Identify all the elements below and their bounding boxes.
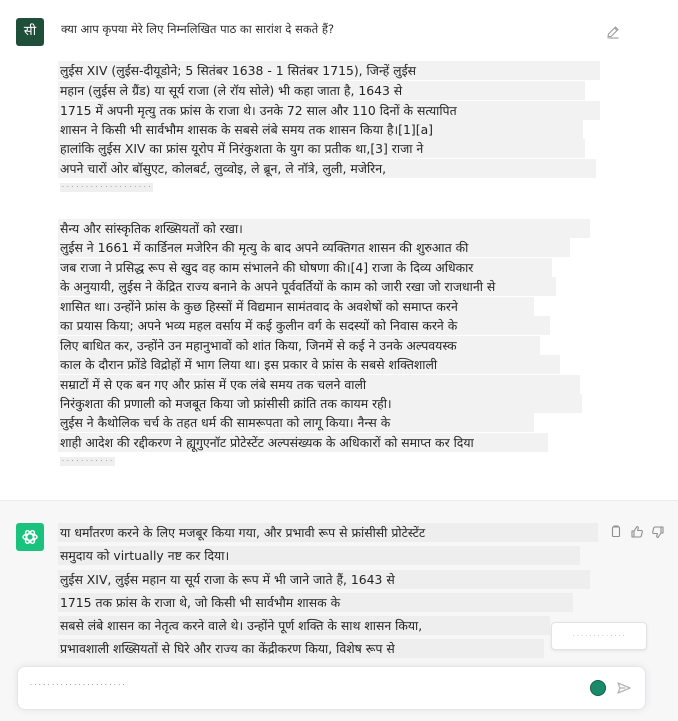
message-input-box[interactable]: · · · · · · · · · · · · · · · · · · · · … bbox=[17, 666, 646, 710]
text-line: सैन्य और सांस्कृतिक शख्सियतों को रखा। bbox=[58, 219, 590, 238]
text-line: शासित था। उन्होंने फ्रांस के कुछ हिस्सों… bbox=[58, 297, 534, 316]
text-line: लुईस XIV (लुईस-दीयूडोने; 5 सितंबर 1638 -… bbox=[58, 61, 600, 80]
text-line: शासन ने किसी भी सार्वभौम शासक के सबसे लं… bbox=[58, 120, 583, 139]
text-line: लुईस ने 1661 में कार्डिनल मजेरिन की मृत्… bbox=[58, 238, 570, 257]
text-line: हालांकि लुईस XIV का फ्रांस यूरोप में निर… bbox=[58, 139, 585, 158]
text-line: लिए बाधित कर, उन्होंने उन महानुभावों को … bbox=[58, 336, 540, 355]
text-line: सम्राटों में से एक बन गए और फ्रांस में ए… bbox=[58, 375, 580, 394]
text-line-small: · · · · · · · · · · · bbox=[60, 457, 115, 466]
text-line: लुईस XIV, लुईस महान या सूर्य राजा के रूप… bbox=[58, 570, 590, 589]
text-line: शाही आदेश की रद्दीकरण ने ह्यूगुएनॉट प्रो… bbox=[58, 433, 548, 452]
assistant-avatar bbox=[16, 523, 44, 551]
message-input[interactable]: · · · · · · · · · · · · · · · · · · · · … bbox=[30, 682, 125, 689]
text-line: काल के दौरान फ्रोंडे विद्रोहों में भाग ल… bbox=[58, 355, 560, 374]
user-message: सी क्या आप कृपया मेरे लिए निम्नलिखित पाठ… bbox=[0, 0, 678, 500]
text-line: समुदाय को virtually नष्ट कर दिया। bbox=[58, 546, 580, 565]
microphone-icon[interactable] bbox=[590, 680, 606, 696]
text-line: अपने चारों ओर बॉसुएट, कोलबर्ट, लुव्वोइ, … bbox=[58, 159, 596, 178]
thumbs-down-icon[interactable] bbox=[651, 525, 665, 539]
floating-tooltip: · · · · · · · · · · · · · bbox=[551, 622, 647, 650]
text-line: 1715 में अपनी मृत्यु तक फ्रांस के राजा थ… bbox=[58, 101, 600, 120]
text-line-small: · · · · · · · · · · · · · · · · · · · bbox=[60, 183, 154, 192]
edit-icon[interactable] bbox=[605, 24, 621, 40]
text-line: के अनुयायी, लुईस ने केंद्रित राज्य बनाने… bbox=[58, 277, 556, 296]
send-icon[interactable] bbox=[616, 680, 632, 696]
text-line: महान (लुईस ले ग्रैंड) या सूर्य राजा (ले … bbox=[58, 81, 585, 100]
thumbs-up-icon[interactable] bbox=[630, 525, 644, 539]
text-line: जब राजा ने प्रसिद्ध रूप से खुद वह काम सं… bbox=[58, 258, 552, 277]
openai-logo-icon bbox=[22, 530, 38, 544]
user-question: क्या आप कृपया मेरे लिए निम्नलिखित पाठ का… bbox=[61, 22, 335, 36]
text-line: निरंकुशता की प्रणाली को मजबूत किया जो फ्… bbox=[58, 394, 582, 413]
text-line: प्रभावशाली शख्सियतों से घिरे और राज्य का… bbox=[58, 639, 544, 658]
text-line: का प्रयास किया; अपने भव्य महल वर्साय में… bbox=[58, 316, 550, 335]
text-line: लुईस ने कैथोलिक चर्च के तहत धर्म की सामर… bbox=[58, 413, 534, 432]
user-avatar: सी bbox=[16, 18, 44, 46]
copy-icon[interactable] bbox=[609, 525, 623, 539]
text-line: सबसे लंबे शासन का नेतृत्व करने वाले थे। … bbox=[58, 616, 550, 635]
text-line: या धर्मांतरण करने के लिए मजबूर किया गया,… bbox=[58, 523, 598, 542]
text-line: 1715 तक फ्रांस के राजा थे, जो किसी भी सा… bbox=[58, 593, 573, 612]
